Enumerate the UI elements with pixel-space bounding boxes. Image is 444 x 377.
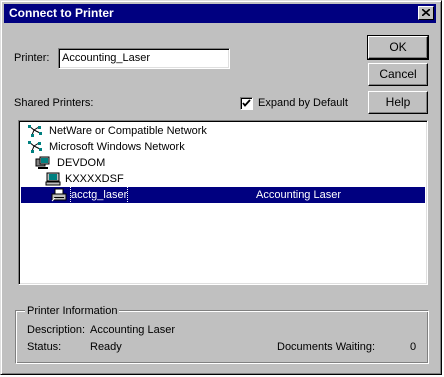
description-label: Description:	[27, 324, 86, 336]
cancel-button[interactable]: Cancel	[368, 63, 428, 86]
tree-item-description: Accounting Laser	[256, 189, 341, 201]
tree-item-microsoft-windows-network[interactable]: Microsoft Windows Network	[21, 139, 425, 155]
tree-item-label: DEVDOM	[57, 157, 106, 169]
printer-information-group	[15, 310, 429, 364]
computer-icon	[45, 172, 61, 186]
printer-information-legend: Printer Information	[25, 305, 120, 317]
title-bar[interactable]: Connect to Printer	[4, 4, 436, 23]
description-value: Accounting Laser	[90, 324, 175, 336]
shared-printers-label: Shared Printers:	[14, 97, 94, 109]
expand-by-default-label: Expand by Default	[258, 97, 348, 109]
printer-icon	[51, 188, 67, 202]
window-title: Connect to Printer	[9, 6, 114, 20]
tree-item-netware[interactable]: NetWare or Compatible Network	[21, 123, 425, 139]
tree-item-label: NetWare or Compatible Network	[49, 125, 207, 137]
close-button[interactable]	[418, 6, 434, 20]
shared-printers-tree[interactable]: NetWare or Compatible Network Microsoft …	[18, 120, 428, 285]
tree-item-acctg-laser[interactable]: acctg_laser Accounting Laser	[21, 186, 425, 204]
help-button[interactable]: Help	[368, 91, 428, 114]
tree-item-computer[interactable]: KXXXXDSF	[21, 171, 425, 187]
printer-label: Printer:	[14, 52, 50, 64]
network-icon	[28, 141, 42, 153]
close-icon	[422, 9, 430, 16]
network-icon	[28, 125, 42, 137]
domain-icon	[35, 156, 50, 169]
status-value: Ready	[90, 341, 122, 353]
checkmark-icon	[242, 99, 251, 107]
tree-item-label: Microsoft Windows Network	[49, 141, 185, 153]
documents-waiting-value: 0	[410, 341, 417, 353]
connect-to-printer-dialog: Connect to Printer Printer: Accounting_L…	[0, 0, 442, 375]
documents-waiting-label: Documents Waiting:	[277, 341, 376, 353]
tree-item-devdom[interactable]: DEVDOM	[21, 155, 425, 171]
printer-name-field[interactable]: Accounting_Laser	[58, 48, 230, 69]
tree-item-label: KXXXXDSF	[65, 173, 124, 185]
tree-item-label: acctg_laser	[69, 186, 129, 204]
status-label: Status:	[27, 341, 62, 353]
ok-button[interactable]: OK	[367, 35, 429, 60]
expand-by-default-checkbox[interactable]	[240, 97, 253, 110]
